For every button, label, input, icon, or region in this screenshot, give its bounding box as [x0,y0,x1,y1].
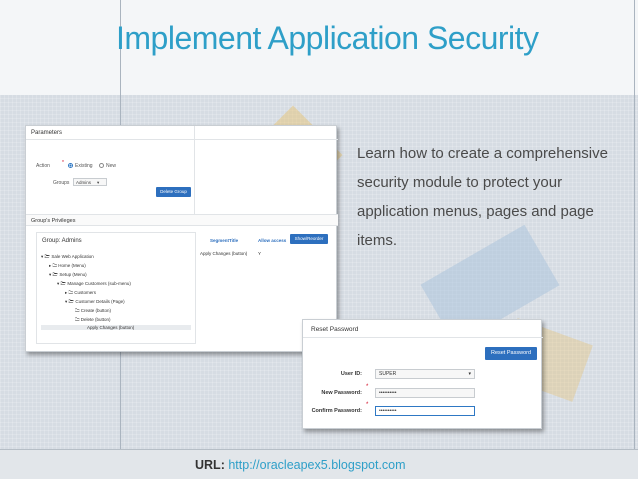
action-label: Action [36,163,50,169]
grid-cell: Apply Changes (button) [200,251,248,256]
footer-label: URL: [195,458,225,472]
privileges-tree: Group: Admins ▾ 🗁 Sale Web Application ▸… [36,232,196,344]
groups-label: Groups [53,180,70,186]
required-marker: * [62,160,64,166]
grid-header[interactable]: Allow access [258,238,286,243]
confirm-password-field[interactable]: •••••••••• [375,406,475,416]
reset-password-title: Reset Password [311,326,359,333]
slide-description: Learn how to create a comprehensive secu… [357,145,608,249]
tree-item[interactable]: ▾ 🗁 Manage Customers (sub-menu) [57,280,131,288]
required-marker: * [366,402,369,408]
parameters-screenshot: Parameters Action * Existing New Groups … [25,125,338,352]
radio-new[interactable] [99,163,104,168]
user-id-select[interactable]: SUPER ▾ [375,369,475,379]
tree-item[interactable]: ▾ 🗁 Setup (Menu) [49,271,87,279]
tree-item[interactable]: ▸ 🗀 Home (Menu) [49,262,86,270]
radio-existing-label: Existing [75,163,93,169]
required-marker: * [366,384,369,390]
privileges-title: Group's Privileges [31,218,76,224]
tree-item[interactable]: ▾ 🗁 Customer Details (Page) [65,298,125,306]
parameters-header: Parameters [26,126,338,140]
grid-header[interactable]: SegmentTitle [210,238,238,243]
groups-select[interactable]: Admins ▾ [73,178,107,186]
tree-item[interactable]: ▸ 🗀 Customers [65,289,96,297]
tree-item[interactable]: 🗀 Delete (button) [75,316,111,324]
slide-title: Implement Application Security [116,20,539,56]
radio-new-label: New [106,163,117,169]
new-password-label: New Password: [321,390,362,396]
grid-cell: Y [258,251,262,256]
confirm-password-label: Confirm Password: [311,408,362,414]
footer-url[interactable]: http://oracleapex5.blogspot.com [228,458,405,472]
tree-item[interactable]: ▾ 🗁 Sale Web Application [41,253,94,261]
tree-item[interactable]: 🗀 Create (button) [75,307,111,315]
new-password-field[interactable]: •••••••••• [375,388,475,398]
footer: URL: http://oracleapex5.blogspot.com [195,458,406,472]
tree-title: Group: Admins [42,238,82,244]
tree-item-selected[interactable]: Apply Changes (button) [41,325,191,330]
user-id-label: User ID: [340,371,362,377]
parameters-title: Parameters [31,130,63,136]
show-reorder-button[interactable]: Show/Reorder [290,234,328,244]
panel-divider [194,126,195,218]
radio-existing[interactable] [68,163,73,168]
privileges-grid: SegmentTitle Allow access Show/Reorder A… [198,234,331,264]
reset-password-button[interactable]: Reset Password [485,347,537,360]
privileges-header: Group's Privileges [26,214,338,226]
divider-line [634,0,635,479]
delete-group-button[interactable]: Delete Group [156,187,191,197]
reset-password-header: Reset Password [303,320,543,338]
